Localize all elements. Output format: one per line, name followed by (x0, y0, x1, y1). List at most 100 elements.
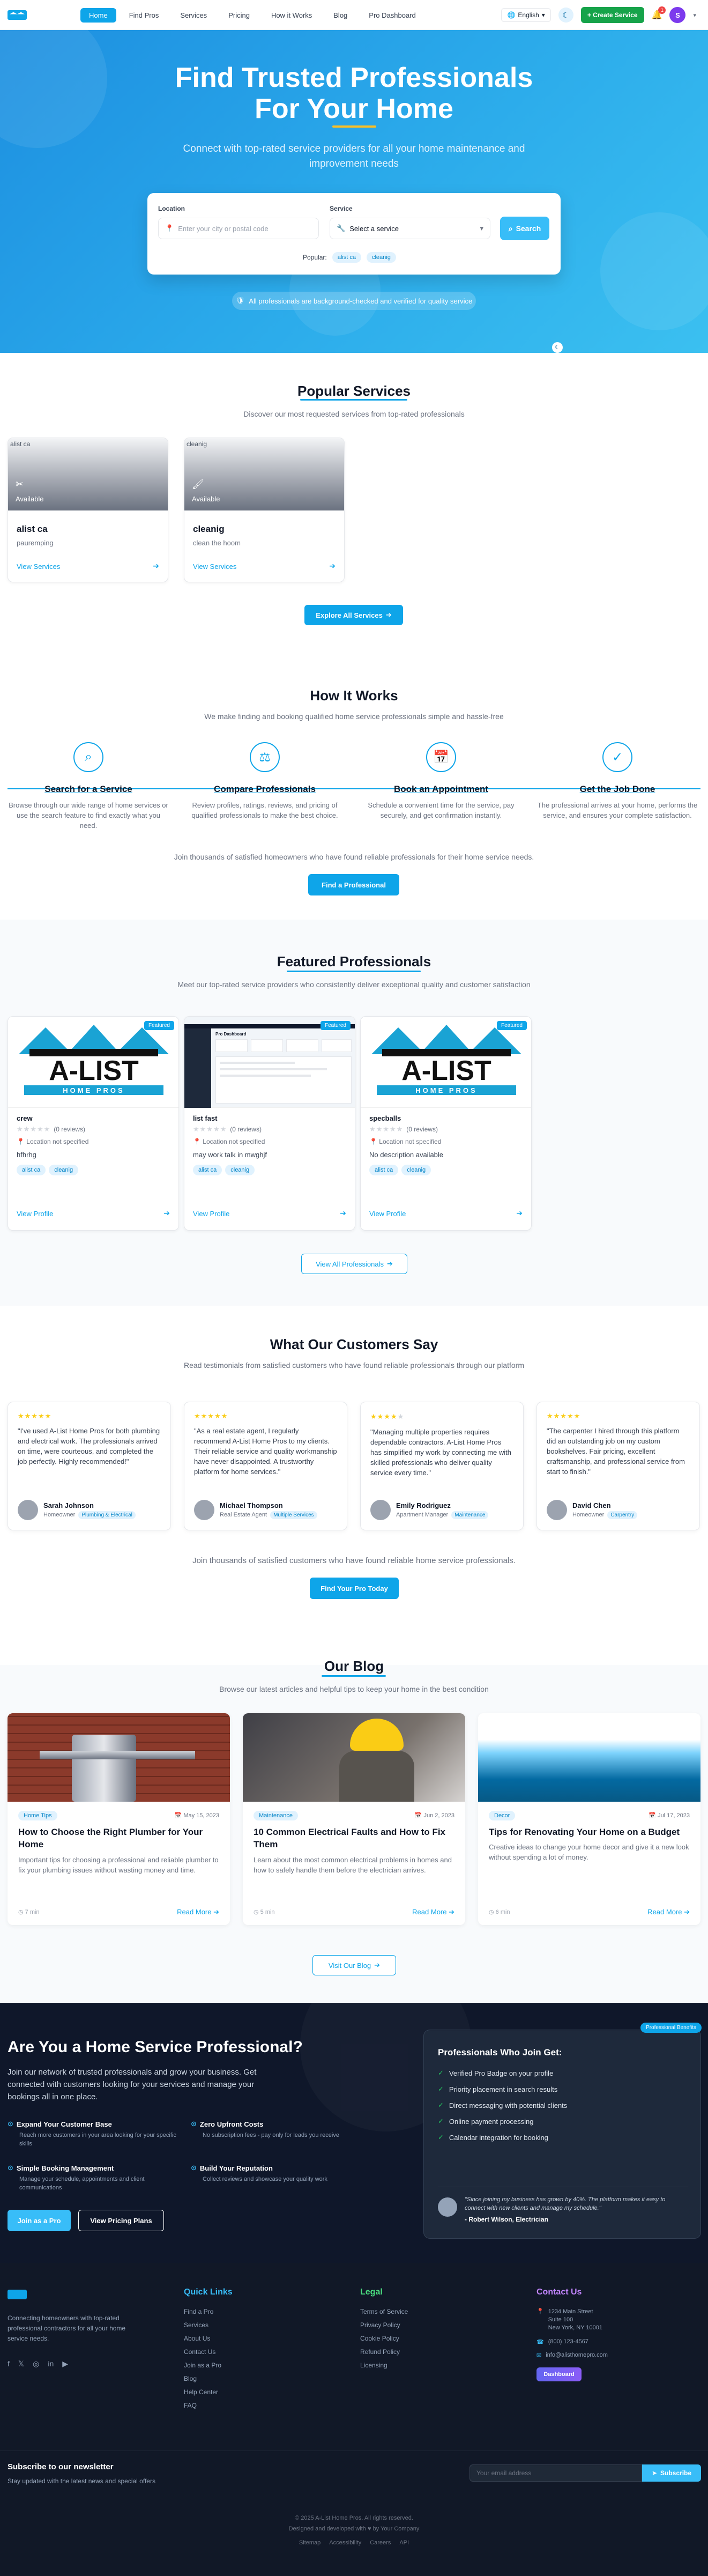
view-all-professionals-button[interactable]: View All Professionals ➔ (301, 1254, 407, 1274)
instagram-icon[interactable]: ◎ (33, 2359, 39, 2368)
popular-tag[interactable]: alist ca (332, 252, 361, 263)
create-service-button[interactable]: + Create Service (580, 7, 644, 23)
how-step: 📅 Book an Appointment Schedule a conveni… (355, 742, 527, 820)
footer-link[interactable]: Privacy Policy (360, 2321, 408, 2329)
moon-icon[interactable]: ☾ (552, 342, 563, 353)
chevron-down-icon[interactable]: ▾ (693, 12, 696, 19)
nav-find-pros[interactable]: Find Pros (121, 8, 168, 23)
testimonial-card: ★★★★★ "As a real estate agent, I regular… (184, 1402, 347, 1530)
view-services-link[interactable]: View Services (17, 562, 60, 571)
join-as-pro-button[interactable]: Join as a Pro (8, 2210, 71, 2231)
nav-services[interactable]: Services (172, 8, 215, 23)
newsletter-email-input[interactable]: Your email address (469, 2464, 642, 2482)
arrow-right-icon[interactable]: ➔ (516, 1209, 523, 1218)
theme-toggle-moon-icon[interactable]: ☾ (558, 8, 573, 23)
footer-link[interactable]: Join as a Pro (184, 2362, 233, 2369)
view-services-link[interactable]: View Services (193, 562, 236, 571)
view-pricing-button[interactable]: View Pricing Plans (78, 2210, 164, 2231)
pro-rating: ★★★★★ (0 reviews) (17, 1125, 85, 1134)
nav-how-it-works[interactable]: How it Works (263, 8, 321, 23)
find-professional-button[interactable]: Find a Professional (308, 874, 399, 895)
footer-link[interactable]: Find a Pro (184, 2308, 233, 2315)
professional-card[interactable]: Pro Dashboard Featured list fast ★★★★★ (0… (184, 1016, 355, 1231)
dashboard-button[interactable]: Dashboard (536, 2367, 582, 2381)
facebook-icon[interactable]: f (8, 2359, 10, 2368)
footer-bottom-link[interactable]: Accessibility (329, 2540, 361, 2546)
a-list-logo: A-LIST HOME PROS (371, 1025, 521, 1095)
footer-link[interactable]: Blog (184, 2375, 233, 2382)
footer-link[interactable]: Terms of Service (360, 2308, 408, 2315)
image-alt-text: cleanig (187, 440, 207, 448)
footer-bottom-link[interactable]: Sitemap (299, 2540, 321, 2546)
read-more-link[interactable]: Read More ➔ (647, 1908, 690, 1916)
notification-bell-icon[interactable]: 🔔 1 (652, 6, 666, 20)
read-more-link[interactable]: Read More ➔ (177, 1908, 219, 1916)
arrow-right-icon[interactable]: ➔ (340, 1209, 346, 1218)
how-title: How It Works (310, 687, 398, 704)
footer-link[interactable]: About Us (184, 2335, 233, 2342)
footer-link[interactable]: Cookie Policy (360, 2335, 408, 2342)
view-profile-link[interactable]: View Profile (17, 1210, 53, 1218)
benefits-badge: Professional Benefits (640, 2023, 702, 2033)
linkedin-icon[interactable]: in (48, 2359, 54, 2368)
popular-tag[interactable]: cleanig (366, 252, 396, 263)
contact-phone[interactable]: (800) 123-4567 (548, 2338, 588, 2345)
star-rating-icon: ★★★★★ (193, 1125, 227, 1133)
arrow-right-icon[interactable]: ➔ (163, 1209, 170, 1218)
blog-card[interactable]: Decor 📅 Jul 17, 2023 Tips for Renovating… (478, 1713, 700, 1925)
nav-pricing[interactable]: Pricing (220, 8, 258, 23)
map-pin-icon: 📍 (536, 2308, 544, 2315)
find-your-pro-button[interactable]: Find Your Pro Today (310, 1578, 399, 1599)
blog-post-title[interactable]: 10 Common Electrical Faults and How to F… (254, 1826, 454, 1850)
title-underline (332, 125, 376, 128)
view-profile-link[interactable]: View Profile (193, 1210, 229, 1218)
reviewer-role: Homeowner (572, 1512, 605, 1518)
footer-bottom-link[interactable]: API (399, 2540, 409, 2546)
twitter-icon[interactable]: 𝕏 (18, 2359, 24, 2368)
language-selector[interactable]: 🌐 English ▾ (501, 8, 551, 22)
youtube-icon[interactable]: ▶ (62, 2359, 68, 2368)
site-logo[interactable] (8, 10, 27, 20)
read-more-link[interactable]: Read More ➔ (412, 1908, 454, 1916)
service-card[interactable]: alist ca ✂ Available alist ca pauremping… (8, 438, 168, 582)
professional-card[interactable]: A-LIST HOME PROS Featured specballs ★★★★… (360, 1016, 532, 1231)
footer-bottom-link[interactable]: Careers (370, 2540, 391, 2546)
blog-card[interactable]: Maintenance 📅 Jun 2, 2023 10 Common Elec… (243, 1713, 465, 1925)
view-profile-link[interactable]: View Profile (369, 1210, 406, 1218)
service-select[interactable]: 🔧 Select a service ▾ (330, 218, 490, 239)
footer-link[interactable]: FAQ (184, 2402, 233, 2409)
subscribe-button[interactable]: ➤ Subscribe (642, 2464, 701, 2482)
footer-link[interactable]: Refund Policy (360, 2348, 408, 2356)
arrow-right-icon[interactable]: ➔ (329, 561, 336, 571)
footer-link[interactable]: Licensing (360, 2362, 408, 2369)
send-icon: ➤ (651, 2469, 658, 2477)
arrow-right-icon[interactable]: ➔ (153, 561, 159, 571)
user-avatar[interactable]: S (669, 7, 686, 23)
visit-blog-button[interactable]: Visit Our Blog ➔ (312, 1955, 396, 1975)
step-title: Search for a Service (44, 784, 132, 794)
legal-title: Legal (360, 2288, 383, 2297)
quick-links-title: Quick Links (184, 2288, 233, 2297)
pro-location: 📍 Location not specified (17, 1138, 88, 1145)
footer-link[interactable]: Help Center (184, 2388, 233, 2396)
explore-services-button[interactable]: Explore All Services ➔ (304, 605, 403, 625)
blog-post-title[interactable]: Tips for Renovating Your Home on a Budge… (489, 1826, 690, 1838)
blog-post-title[interactable]: How to Choose the Right Plumber for Your… (18, 1826, 219, 1850)
nav-blog[interactable]: Blog (325, 8, 356, 23)
service-card[interactable]: cleanig 🖌 Available cleanig clean the ho… (184, 438, 345, 582)
footer-link[interactable]: Contact Us (184, 2348, 233, 2356)
pro-feature: ⊙ Expand Your Customer Base Reach more cus… (8, 2120, 176, 2147)
location-text: Location not specified (203, 1138, 265, 1145)
professional-card[interactable]: A-LIST HOME PROS Featured crew ★★★★★ (0 r… (8, 1016, 179, 1231)
blog-card[interactable]: Home Tips 📅 May 15, 2023 How to Choose t… (8, 1713, 230, 1925)
footer-logo[interactable] (8, 2290, 27, 2299)
svg-text:HOME PROS: HOME PROS (63, 1086, 124, 1094)
footer-link[interactable]: Services (184, 2321, 233, 2329)
location-input[interactable]: 📍 Enter your city or postal code (158, 218, 319, 239)
quick-links: Quick Links Find a Pro Services About Us… (184, 2288, 233, 2415)
nav-home[interactable]: Home (80, 8, 116, 23)
search-button[interactable]: ⌕ Search (500, 217, 549, 240)
nav-pro-dashboard[interactable]: Pro Dashboard (360, 8, 424, 23)
contact-email[interactable]: info@alisthomepro.com (546, 2352, 608, 2359)
create-service-label: Create Service (593, 11, 638, 19)
